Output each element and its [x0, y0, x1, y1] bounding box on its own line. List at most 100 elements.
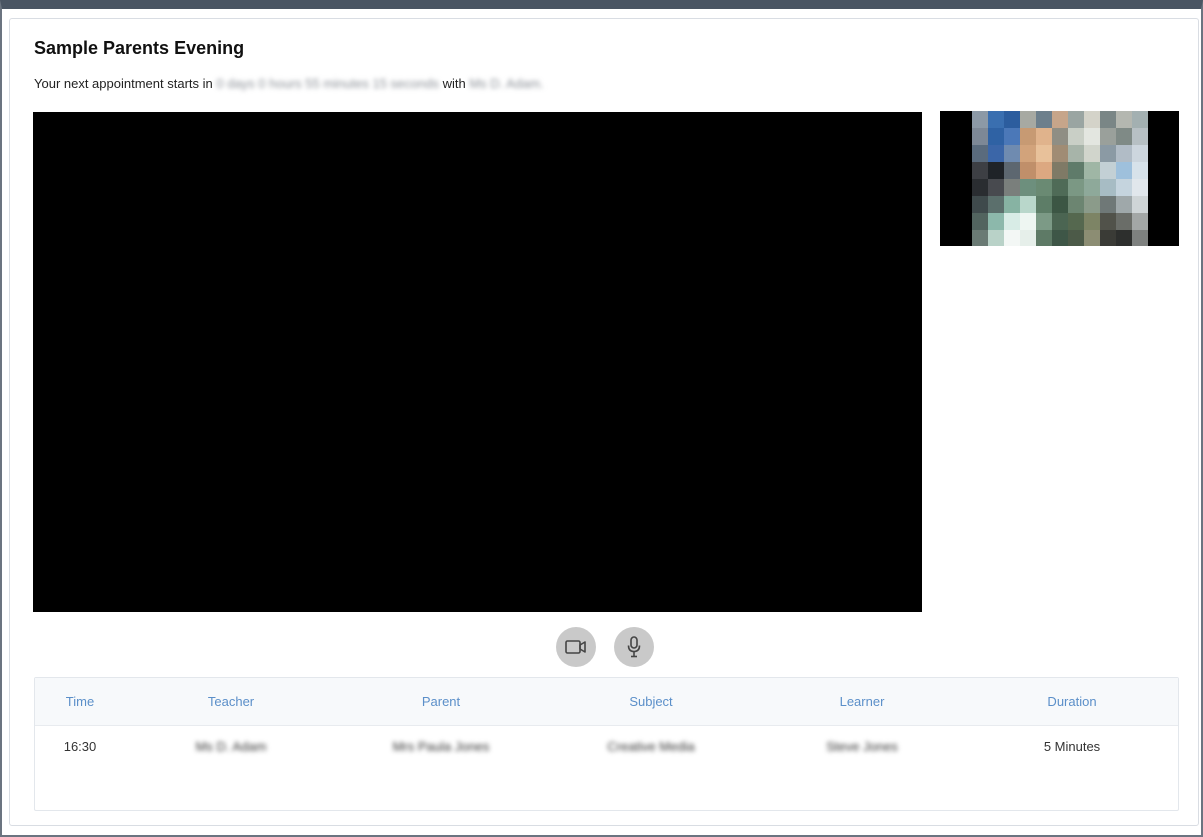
- table-header: Time Teacher Parent Subject Learner Dura…: [35, 678, 1178, 726]
- call-controls: [556, 627, 654, 667]
- cell-teacher: Ms D. Adam: [195, 739, 267, 754]
- mosaic-tile: [1052, 145, 1068, 162]
- header-parent: Parent: [421, 694, 461, 709]
- mosaic-tile: [1132, 162, 1148, 179]
- mosaic-tile: [1036, 179, 1052, 196]
- page-title: Sample Parents Evening: [34, 38, 245, 58]
- mosaic-tile: [988, 145, 1004, 162]
- mosaic-tile: [988, 111, 1004, 128]
- mosaic-tile: [1020, 111, 1036, 128]
- mosaic-tile: [1084, 196, 1100, 213]
- cell-time: 16:30: [63, 739, 97, 754]
- mosaic-tile: [1036, 162, 1052, 179]
- appointments-table: Time Teacher Parent Subject Learner Dura…: [34, 677, 1179, 811]
- next-teacher-name: Ms D. Adam.: [469, 76, 544, 91]
- header-time: Time: [65, 694, 95, 709]
- mosaic-tile: [972, 213, 988, 230]
- remote-video-feed: [33, 112, 922, 612]
- mosaic-tile: [1100, 196, 1116, 213]
- mosaic-tile: [1116, 111, 1132, 128]
- mosaic-tile: [1116, 213, 1132, 230]
- camera-toggle-button[interactable]: [556, 627, 596, 667]
- mosaic-tile: [972, 196, 988, 213]
- blurred-participant-image: [972, 111, 1148, 246]
- cell-learner: Steve Jones: [826, 739, 898, 754]
- mosaic-tile: [1100, 230, 1116, 246]
- mosaic-tile: [1068, 179, 1084, 196]
- mosaic-tile: [1036, 230, 1052, 246]
- mosaic-tile: [1004, 196, 1020, 213]
- mosaic-tile: [1004, 128, 1020, 145]
- status-prefix: Your next appointment starts in: [34, 76, 213, 91]
- mosaic-tile: [972, 162, 988, 179]
- cell-subject: Creative Media: [607, 739, 695, 754]
- mosaic-tile: [1036, 145, 1052, 162]
- mosaic-tile: [1084, 128, 1100, 145]
- mosaic-tile: [1068, 111, 1084, 128]
- mosaic-tile: [1020, 196, 1036, 213]
- countdown-timer: 0 days 0 hours 55 minutes 15 seconds: [216, 76, 439, 91]
- mosaic-tile: [1004, 145, 1020, 162]
- mosaic-tile: [1068, 230, 1084, 246]
- mosaic-tile: [1068, 196, 1084, 213]
- mosaic-tile: [1132, 196, 1148, 213]
- mosaic-tile: [1132, 128, 1148, 145]
- mosaic-tile: [988, 128, 1004, 145]
- mosaic-tile: [1100, 213, 1116, 230]
- mosaic-tile: [1052, 230, 1068, 246]
- self-video-preview: [940, 111, 1179, 246]
- mosaic-tile: [1084, 111, 1100, 128]
- mosaic-tile: [1052, 111, 1068, 128]
- mosaic-tile: [1052, 162, 1068, 179]
- mosaic-tile: [1100, 145, 1116, 162]
- mosaic-tile: [1116, 128, 1132, 145]
- mosaic-tile: [1036, 196, 1052, 213]
- mosaic-tile: [1004, 213, 1020, 230]
- mosaic-tile: [1084, 145, 1100, 162]
- mosaic-tile: [1020, 179, 1036, 196]
- mosaic-tile: [1036, 111, 1052, 128]
- mosaic-tile: [1036, 128, 1052, 145]
- mosaic-tile: [1084, 162, 1100, 179]
- mosaic-tile: [1116, 196, 1132, 213]
- mosaic-tile: [1084, 179, 1100, 196]
- mosaic-tile: [1068, 162, 1084, 179]
- microphone-icon: [627, 636, 641, 658]
- cell-parent: Mrs Paula Jones: [392, 739, 490, 754]
- mosaic-tile: [1116, 145, 1132, 162]
- header-duration: Duration: [1047, 694, 1097, 709]
- mosaic-tile: [1068, 213, 1084, 230]
- mosaic-tile: [1020, 230, 1036, 246]
- mosaic-tile: [1052, 213, 1068, 230]
- mosaic-tile: [1132, 213, 1148, 230]
- mosaic-tile: [988, 213, 1004, 230]
- mosaic-tile: [1052, 128, 1068, 145]
- mosaic-tile: [1116, 179, 1132, 196]
- status-with: with: [442, 76, 466, 91]
- mosaic-tile: [1052, 196, 1068, 213]
- mosaic-tile: [988, 179, 1004, 196]
- mosaic-tile: [1020, 162, 1036, 179]
- mosaic-tile: [1036, 213, 1052, 230]
- mosaic-tile: [1132, 179, 1148, 196]
- mosaic-tile: [988, 230, 1004, 246]
- mosaic-tile: [972, 111, 988, 128]
- mosaic-tile: [1020, 145, 1036, 162]
- mosaic-tile: [972, 179, 988, 196]
- mosaic-tile: [1100, 128, 1116, 145]
- mosaic-tile: [1052, 179, 1068, 196]
- microphone-toggle-button[interactable]: [614, 627, 654, 667]
- mosaic-tile: [1004, 162, 1020, 179]
- mosaic-tile: [972, 230, 988, 246]
- mosaic-tile: [1004, 230, 1020, 246]
- camera-icon: [565, 640, 586, 654]
- mosaic-tile: [1100, 162, 1116, 179]
- mosaic-tile: [972, 128, 988, 145]
- header-learner: Learner: [839, 694, 885, 709]
- mosaic-tile: [1132, 230, 1148, 246]
- mosaic-tile: [1132, 111, 1148, 128]
- mosaic-tile: [1068, 128, 1084, 145]
- mosaic-tile: [988, 162, 1004, 179]
- mosaic-tile: [1116, 230, 1132, 246]
- mosaic-tile: [1004, 179, 1020, 196]
